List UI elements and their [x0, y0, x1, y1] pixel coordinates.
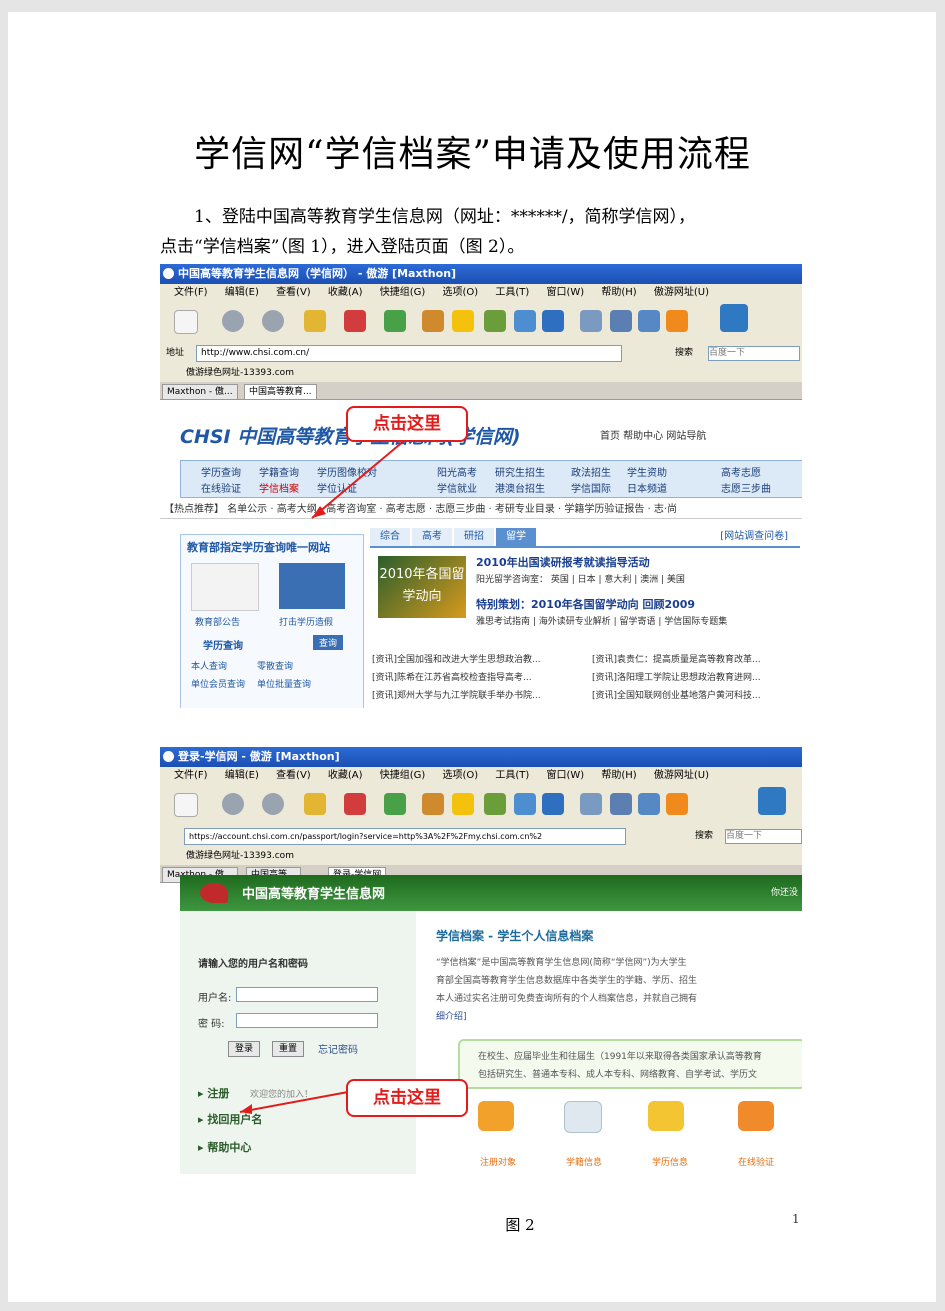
document-title: 学信网“学信档案”申请及使用流程 [194, 134, 751, 175]
step-1-paragraph: 1、登陆中国高等教育学生信息网（网址：******/，简称学信网）， 点击“学信… [160, 202, 790, 262]
paragraph-line-2: 点击“学信档案”（图 1），进入登陆页面（图 2）。 [160, 237, 525, 257]
click-here-callout: 点击这里 [346, 406, 468, 442]
click-here-callout: 点击这里 [346, 1079, 468, 1117]
figure-1-screenshot: 中国高等教育学生信息网（学信网） - 傲游 [Maxthon] 文件(F) 编辑… [160, 264, 802, 708]
callout-arrow-2 [239, 1091, 349, 1114]
callout-arrow-1 [311, 439, 406, 519]
paragraph-line-1: 1、登陆中国高等教育学生信息网（网址：******/，简称学信网）， [194, 207, 696, 227]
page-number: 1 [792, 1212, 800, 1226]
figure-2-caption: 图 2 [505, 1216, 535, 1234]
figure-2-screenshot: 登录-学信网 - 傲游 [Maxthon] 文件(F) 编辑(E) 查看(V) … [160, 747, 802, 1174]
